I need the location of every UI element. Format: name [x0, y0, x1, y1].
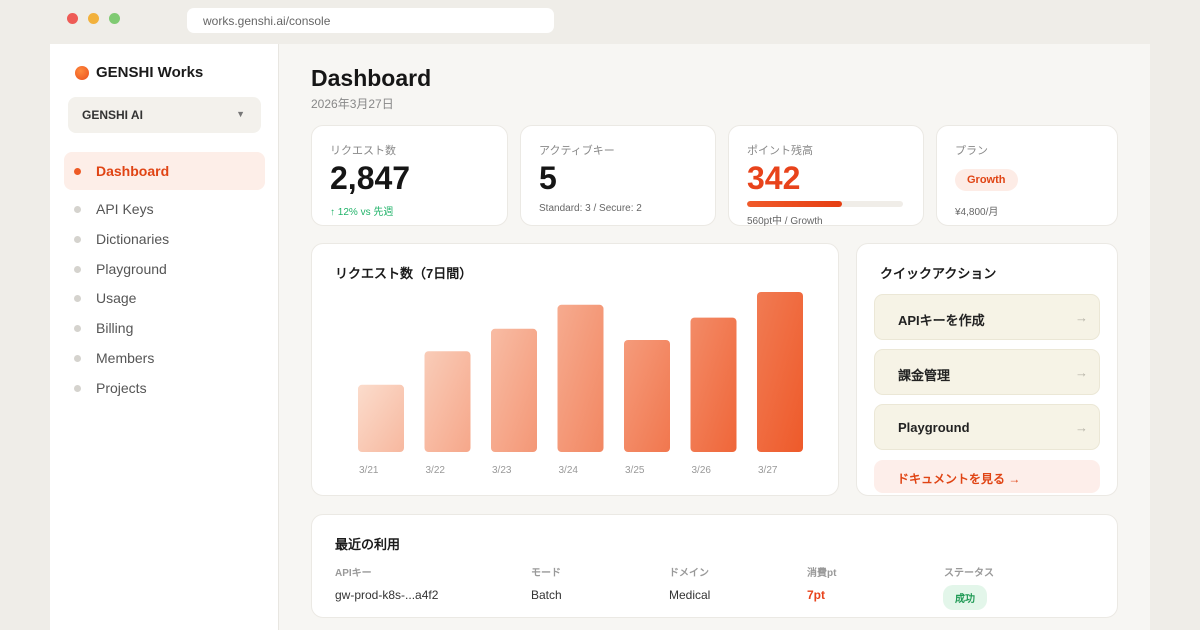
sidebar-item-label: Billing [96, 320, 134, 336]
stat-sub: Standard: 3 / Secure: 2 [539, 203, 642, 214]
bar-3-24 [557, 304, 604, 452]
billing-management-button[interactable]: 課金管理 → [874, 349, 1100, 395]
stat-value: 5 [539, 160, 557, 196]
sidebar-item-label: Usage [96, 290, 137, 306]
sidebar-item-label: Dictionaries [96, 231, 170, 247]
minimize-window-button[interactable] [88, 13, 99, 24]
x-tick-label: 3/21 [359, 465, 379, 476]
x-tick-label: 3/26 [692, 465, 712, 476]
bar-3-27 [757, 292, 803, 452]
cell-points: 7pt [807, 588, 825, 602]
sidebar-item-label: Projects [96, 380, 147, 396]
brand[interactable]: GENSHI Works [75, 64, 203, 81]
bar-3-25 [624, 340, 670, 452]
org-selector[interactable]: GENSHI AI ▼ [68, 97, 261, 133]
maximize-window-button[interactable] [109, 13, 120, 24]
x-tick-label: 3/22 [426, 465, 446, 476]
quick-actions-title: クイックアクション [880, 266, 997, 281]
bar-3-22 [424, 351, 471, 452]
playground-button[interactable]: Playground → [874, 404, 1100, 450]
sidebar-item-label: Members [96, 350, 155, 366]
chevron-down-icon: ▼ [236, 109, 245, 119]
column-header: モード [531, 568, 561, 579]
sidebar-item-dashboard[interactable]: Dashboard [64, 152, 265, 190]
sidebar: GENSHI Works GENSHI AI ▼ Dashboard API K… [50, 44, 279, 630]
button-label: APIキーを作成 [898, 313, 985, 328]
button-label: 課金管理 [898, 368, 951, 383]
stat-card-active-keys: アクティブキー 5 Standard: 3 / Secure: 2 [520, 125, 716, 226]
x-tick-label: 3/25 [625, 465, 645, 476]
main-content: Dashboard 2026年3月27日 リクエスト数 2,847 ↑ 12% … [280, 44, 1150, 630]
stat-sub: 560pt中 / Growth [747, 216, 823, 227]
stat-card-plan: プラン Growth ¥4,800/月 [936, 125, 1118, 226]
points-progress-fill [747, 201, 843, 207]
column-header: APIキー [335, 568, 372, 579]
bullet-icon [74, 384, 81, 392]
recent-usage-title: 最近の利用 [335, 537, 401, 552]
bullet-icon [74, 265, 81, 273]
stat-label: アクティブキー [539, 145, 615, 157]
stat-value: 342 [747, 160, 801, 196]
stat-card-requests: リクエスト数 2,847 ↑ 12% vs 先週 [311, 125, 508, 226]
button-label: Playground [898, 420, 970, 435]
bullet-icon [74, 235, 81, 243]
bullet-icon [74, 167, 81, 175]
status-badge: 成功 [943, 585, 987, 610]
bar-chart: 3/21 3/22 3/23 3/24 3/25 3/26 3/27 [358, 292, 803, 476]
arrow-right-icon: → [1075, 365, 1088, 380]
bullet-icon [74, 294, 81, 302]
arrow-right-icon: → [1075, 310, 1088, 325]
arrow-right-icon: → [1075, 420, 1088, 435]
browser-chrome: works.genshi.ai/console [50, 0, 1150, 44]
chart-card: リクエスト数（7日間） 3/21 3/22 3/23 3/24 3/25 3/26 3/27 [311, 243, 839, 496]
sidebar-item-projects[interactable]: Projects [64, 369, 265, 407]
page-date: 2026年3月27日 [311, 97, 394, 111]
stat-card-points: ポイント残高 342 560pt中 / Growth [728, 125, 924, 227]
column-header: ドメイン [669, 568, 709, 579]
sidebar-item-label: Dashboard [96, 163, 170, 179]
plan-price: ¥4,800/月 [955, 207, 999, 218]
bar-3-21 [358, 384, 404, 452]
stat-label: リクエスト数 [330, 145, 396, 157]
bar-3-23 [491, 328, 537, 452]
column-header: ステータス [944, 568, 994, 579]
stat-label: プラン [955, 145, 988, 157]
bullet-icon [74, 324, 81, 332]
bullet-icon [74, 205, 81, 213]
page-title: Dashboard [311, 65, 432, 91]
column-header: 消費pt [807, 568, 837, 579]
view-docs-link[interactable]: ドキュメントを見る → [874, 460, 1100, 493]
quick-actions-card: クイックアクション APIキーを作成 → 課金管理 → Playground →… [856, 243, 1118, 496]
create-api-key-button[interactable]: APIキーを作成 → [874, 294, 1100, 340]
bullet-icon [74, 354, 81, 362]
org-selector-label: GENSHI AI [82, 108, 143, 122]
stat-label: ポイント残高 [747, 145, 813, 157]
address-bar[interactable]: works.genshi.ai/console [187, 8, 554, 33]
stat-value: 2,847 [330, 160, 411, 196]
plan-badge: Growth [955, 169, 1018, 191]
brand-logo-icon [75, 65, 89, 80]
browser-window: works.genshi.ai/console GENSHI Works GEN… [50, 0, 1150, 630]
x-tick-label: 3/23 [492, 465, 512, 476]
recent-usage-card: 最近の利用 APIキー モード ドメイン 消費pt ステータス gw-prod-… [311, 514, 1118, 618]
x-tick-label: 3/27 [758, 465, 778, 476]
sidebar-item-label: API Keys [96, 201, 154, 217]
cell-api-key: gw-prod-k8s-...a4f2 [335, 588, 439, 602]
sidebar-item-label: Playground [96, 261, 167, 277]
points-progress-bar [747, 201, 903, 207]
stat-trend: ↑ 12% vs 先週 [330, 207, 394, 218]
brand-name: GENSHI Works [96, 64, 204, 81]
cell-mode: Batch [531, 588, 562, 602]
close-window-button[interactable] [67, 13, 78, 24]
x-tick-label: 3/24 [559, 465, 579, 476]
bar-3-26 [690, 317, 737, 452]
cell-domain: Medical [669, 588, 711, 602]
